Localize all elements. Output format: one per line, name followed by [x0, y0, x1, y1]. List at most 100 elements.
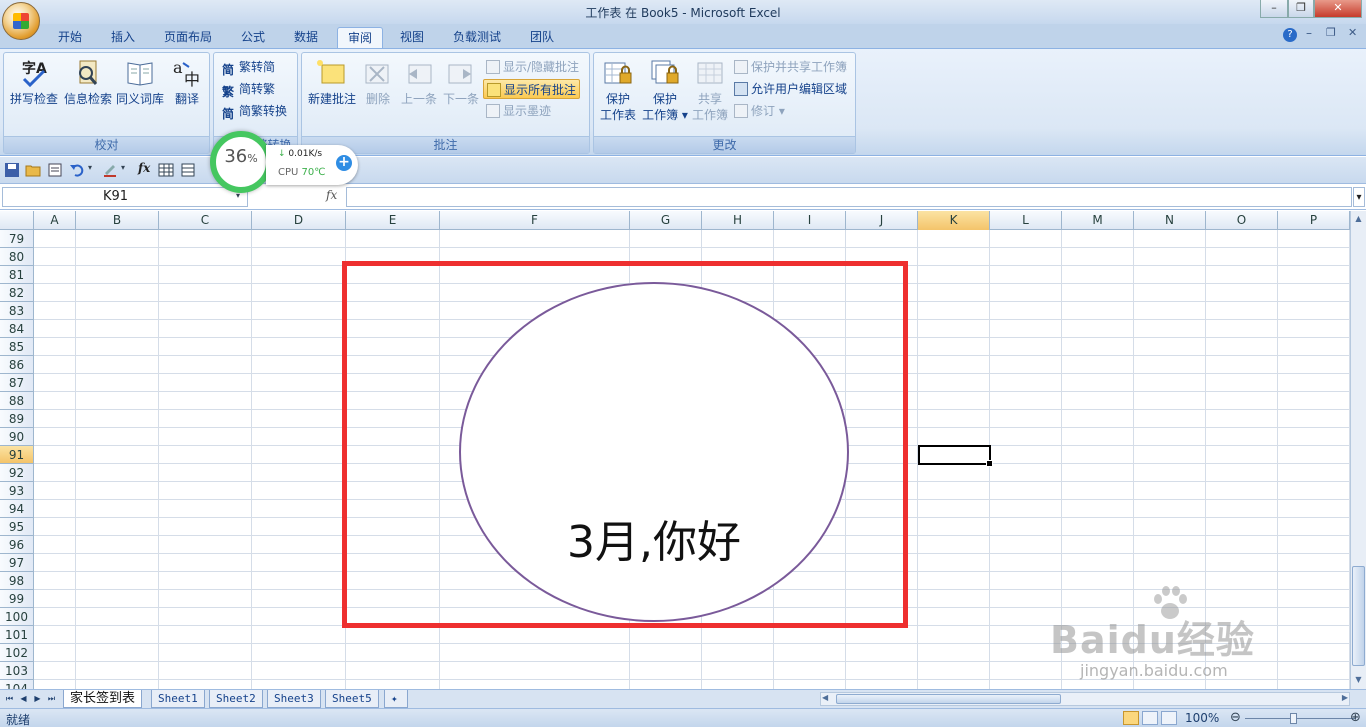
ribbon-restore-icon[interactable]: ❐ [1326, 26, 1336, 39]
save-icon[interactable] [4, 162, 20, 178]
share-workbook-button[interactable]: 共享 工作簿 [690, 57, 730, 123]
row-header-88[interactable]: 88 [0, 392, 34, 410]
vertical-scrollbar[interactable]: ▲ ▼ [1350, 211, 1366, 689]
row-header-84[interactable]: 84 [0, 320, 34, 338]
tab-view[interactable]: 视图 [390, 27, 434, 48]
insert-function-icon[interactable]: fx [138, 161, 150, 175]
column-header-c[interactable]: C [159, 211, 252, 230]
normal-view-icon[interactable] [1123, 711, 1139, 725]
column-header-f[interactable]: F [440, 211, 630, 230]
previous-comment-button[interactable]: 上一条 [398, 57, 440, 107]
border-icon[interactable] [102, 162, 118, 178]
sheet-tab-sheet2[interactable]: Sheet2 [209, 690, 263, 708]
prev-sheet-icon[interactable]: ◀ [18, 693, 29, 705]
page-break-view-icon[interactable] [1161, 711, 1177, 725]
minimize-button[interactable]: – [1260, 0, 1288, 18]
ribbon-minimize-icon[interactable]: – [1306, 26, 1312, 40]
new-comment-button[interactable]: 新建批注 [304, 57, 360, 107]
row-header-95[interactable]: 95 [0, 518, 34, 536]
tab-formulas[interactable]: 公式 [231, 27, 275, 48]
row-header-86[interactable]: 86 [0, 356, 34, 374]
scroll-up-icon[interactable]: ▲ [1352, 212, 1365, 226]
row-header-97[interactable]: 97 [0, 554, 34, 572]
to-simplified-button[interactable]: 简繁转简 [222, 57, 275, 77]
sheet-tab-sheet3[interactable]: Sheet3 [267, 690, 321, 708]
zoom-out-icon[interactable]: ⊖ [1230, 710, 1241, 725]
row-header-90[interactable]: 90 [0, 428, 34, 446]
select-all-corner[interactable] [0, 211, 34, 230]
row-header-81[interactable]: 81 [0, 266, 34, 284]
row-header-93[interactable]: 93 [0, 482, 34, 500]
last-sheet-icon[interactable]: ⏭ [46, 693, 57, 705]
research-button[interactable]: 信息检索 [62, 57, 114, 107]
tab-page-layout[interactable]: 页面布局 [154, 27, 222, 48]
insert-sheet-icon[interactable]: ✦ [384, 690, 408, 708]
next-sheet-icon[interactable]: ▶ [32, 693, 43, 705]
track-changes-button[interactable]: 修订 ▾ [734, 101, 785, 121]
tab-load-test[interactable]: 负载测试 [443, 27, 511, 48]
row-header-80[interactable]: 80 [0, 248, 34, 266]
column-header-j[interactable]: J [846, 211, 918, 230]
column-header-l[interactable]: L [990, 211, 1062, 230]
first-sheet-icon[interactable]: ⏮ [4, 693, 15, 705]
zoom-slider[interactable] [1245, 718, 1355, 719]
convert-chinese-button[interactable]: 简简繁转换 [222, 101, 287, 121]
zoom-level[interactable]: 100% [1185, 711, 1219, 725]
tab-insert[interactable]: 插入 [101, 27, 145, 48]
ellipse-shape[interactable]: 3月,你好 [459, 282, 849, 622]
undo-icon[interactable] [69, 162, 85, 178]
horizontal-scrollbar[interactable]: ◀ ▶ [820, 692, 1350, 706]
column-header-e[interactable]: E [346, 211, 440, 230]
row-header-85[interactable]: 85 [0, 338, 34, 356]
tab-team[interactable]: 团队 [520, 27, 564, 48]
to-traditional-button[interactable]: 繁简转繁 [222, 79, 275, 99]
border-dropdown-icon[interactable]: ▾ [121, 163, 125, 172]
zoom-slider-thumb[interactable] [1290, 713, 1297, 724]
workbook-close-icon[interactable]: ✕ [1348, 26, 1357, 39]
row-header-103[interactable]: 103 [0, 662, 34, 680]
translate-button[interactable]: a 中 翻译 [166, 57, 208, 107]
row-header-83[interactable]: 83 [0, 302, 34, 320]
row-header-92[interactable]: 92 [0, 464, 34, 482]
protect-workbook-button[interactable]: 保护 工作簿 ▾ [640, 57, 690, 123]
accelerate-plus-icon[interactable]: + [336, 155, 352, 171]
rows-icon[interactable] [180, 162, 196, 178]
row-header-104[interactable]: 104 [0, 680, 34, 689]
open-icon[interactable] [25, 162, 41, 178]
undo-dropdown-icon[interactable]: ▾ [88, 163, 92, 172]
speed-widget[interactable]: 36% ↓ 0.01K/s CPU 70℃ + [210, 131, 360, 193]
column-header-g[interactable]: G [630, 211, 702, 230]
print-preview-icon[interactable] [47, 162, 63, 178]
allow-edit-ranges-button[interactable]: 允许用户编辑区域 [734, 79, 847, 99]
row-header-91[interactable]: 91 [0, 446, 34, 464]
column-header-n[interactable]: N [1134, 211, 1206, 230]
zoom-in-icon[interactable]: ⊕ [1350, 710, 1361, 725]
column-header-i[interactable]: I [774, 211, 846, 230]
row-header-101[interactable]: 101 [0, 626, 34, 644]
horizontal-scroll-thumb[interactable] [836, 694, 1061, 704]
thesaurus-button[interactable]: 同义词库 [114, 57, 166, 107]
column-header-p[interactable]: P [1278, 211, 1350, 230]
spell-check-button[interactable]: 字A 拼写检查 [8, 57, 60, 107]
row-header-89[interactable]: 89 [0, 410, 34, 428]
scroll-right-icon[interactable]: ▶ [1342, 693, 1348, 702]
column-header-m[interactable]: M [1062, 211, 1134, 230]
tab-data[interactable]: 数据 [284, 27, 328, 48]
office-button[interactable] [2, 2, 40, 40]
show-ink-button[interactable]: 显示墨迹 [486, 101, 551, 121]
protect-sheet-button[interactable]: 保护 工作表 [596, 57, 640, 123]
tab-review[interactable]: 审阅 [337, 27, 384, 48]
scroll-down-icon[interactable]: ▼ [1352, 673, 1365, 687]
next-comment-button[interactable]: 下一条 [440, 57, 482, 107]
grid-icon[interactable] [158, 162, 174, 178]
column-header-d[interactable]: D [252, 211, 346, 230]
column-header-b[interactable]: B [76, 211, 159, 230]
show-all-comments-button[interactable]: 显示所有批注 [483, 79, 581, 99]
worksheet-grid[interactable]: ABCDEFGHIJKLMNOP 79 80 81 82 83 84 85 86 87 88 89 9… [0, 211, 1350, 689]
row-header-96[interactable]: 96 [0, 536, 34, 554]
formula-expand-icon[interactable]: ▾ [1353, 187, 1365, 207]
toggle-comment-button[interactable]: 显示/隐藏批注 [486, 57, 579, 77]
column-header-k[interactable]: K [918, 211, 990, 230]
scroll-left-icon[interactable]: ◀ [822, 693, 828, 702]
protect-share-button[interactable]: 保护并共享工作簿 [734, 57, 847, 77]
